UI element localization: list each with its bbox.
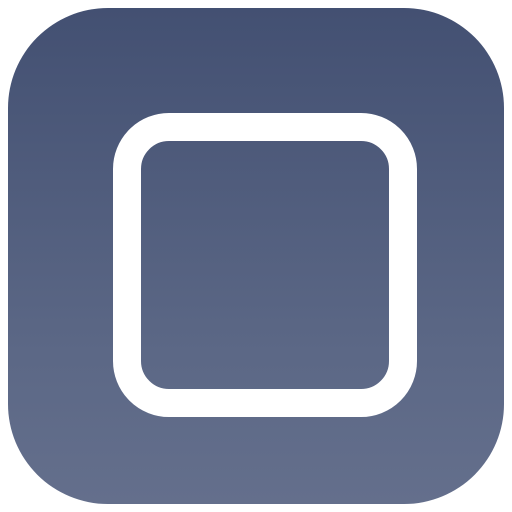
- icon-canvas: [0, 0, 512, 512]
- rounded-square-outline-icon: [113, 113, 417, 417]
- app-icon[interactable]: [8, 8, 504, 504]
- rounded-square-outline-shape: [113, 113, 417, 417]
